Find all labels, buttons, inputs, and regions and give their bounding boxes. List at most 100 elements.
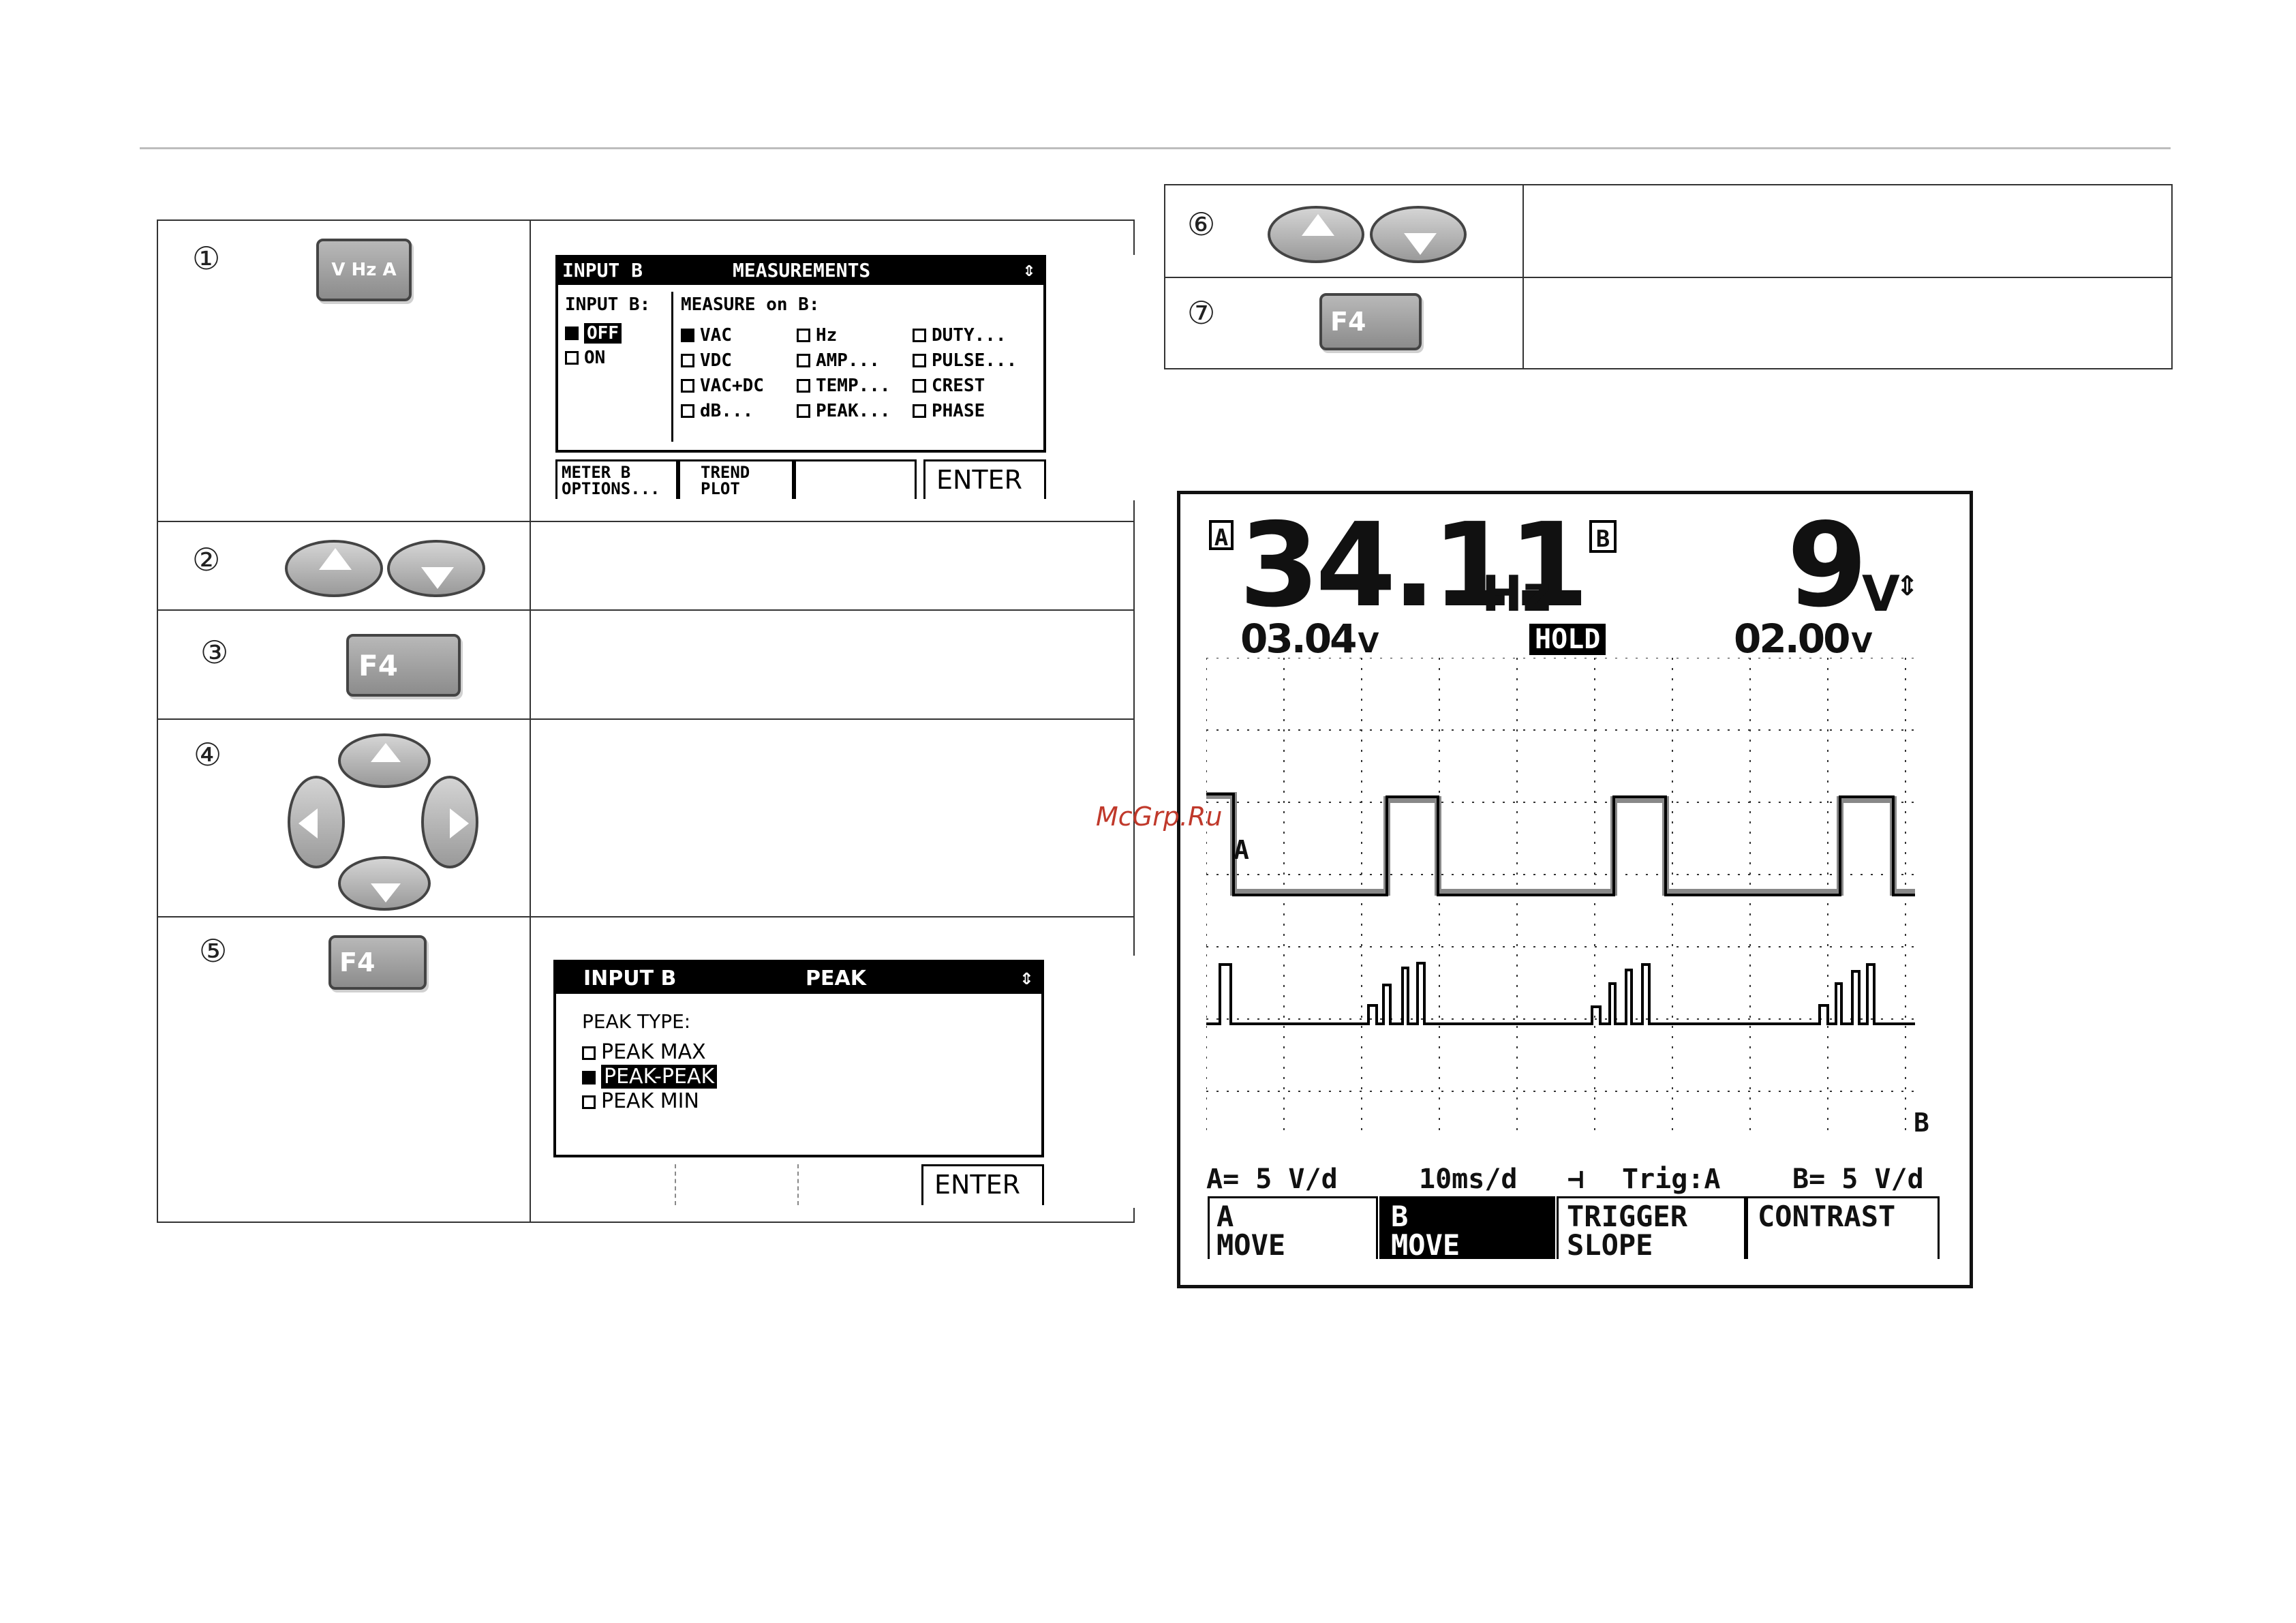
fkey-empty[interactable] [799, 1164, 921, 1205]
status-a-range: A= 5 V/d [1206, 1164, 1338, 1195]
measurements-screen: INPUT B MEASUREMENTS ⇕ INPUT B: OFF ON M… [555, 255, 1203, 500]
key-label: F4 [1330, 307, 1366, 337]
screen-title: MEASUREMENTS [733, 259, 871, 282]
opt-vacdc[interactable]: VAC+DC [681, 374, 797, 399]
hold-indicator: HOLD [1529, 624, 1606, 655]
step-row-4: ④ [158, 718, 1133, 916]
scope-grid-and-traces [1206, 658, 1915, 1135]
up-arrow-icon [1302, 214, 1334, 236]
fkey-trigger-slope[interactable]: TRIGGER SLOPE [1557, 1196, 1746, 1260]
screen-title-left: INPUT B [583, 967, 677, 990]
option-peak-max[interactable]: PEAK MAX [582, 1040, 706, 1064]
opt-db[interactable]: dB... [681, 399, 797, 424]
step-number: ⑥ [1187, 206, 1216, 243]
fkey-a-move[interactable]: A MOVE [1208, 1196, 1378, 1260]
key-label: F4 [339, 947, 376, 977]
main-reading-b: 9 [1787, 498, 1868, 633]
fkey-enter[interactable]: ENTER [921, 1164, 1044, 1205]
status-timebase: 10ms/d [1419, 1164, 1518, 1195]
down-arrow-icon [1404, 233, 1437, 255]
opt-vac[interactable]: VAC [681, 323, 797, 348]
opt-duty[interactable]: DUTY... [913, 325, 1007, 346]
sub-reading-a: 03.04 [1240, 616, 1357, 662]
step-number: ⑤ [199, 932, 228, 969]
option-on[interactable]: ON [565, 348, 605, 368]
peak-icon: ⇕ [1896, 571, 1919, 602]
step-row-3: ③ F4 [158, 609, 1133, 718]
sub-reading-b: 02.00 [1734, 616, 1850, 662]
main-unit-a: Hz [1482, 565, 1552, 622]
key-label: F4 [358, 648, 398, 682]
sub-unit-b: V [1851, 628, 1872, 659]
step-row-1: ① V Hz A INPUT B MEASUREMENTS ⇕ INPUT B:… [158, 221, 1203, 521]
opt-peak[interactable]: PEAK... [797, 399, 913, 424]
down-arrow-icon [371, 883, 401, 902]
opt-vdc[interactable]: VDC [681, 348, 797, 374]
navigation-pad [288, 733, 478, 911]
input-a-tag: A [1209, 520, 1234, 551]
trigger-icon: ⊣ [1567, 1164, 1585, 1195]
watermark: McGrp.Ru [1096, 802, 1223, 832]
option-off[interactable]: OFF [565, 323, 622, 344]
fkey-enter[interactable]: ENTER [923, 459, 1046, 499]
step-number: ④ [194, 736, 222, 773]
screen-title-left: INPUT B [562, 259, 643, 282]
screen-title: PEAK [806, 967, 866, 990]
updown-arrows-icon: ⇕ [1020, 964, 1033, 990]
up-arrow-key[interactable] [1268, 206, 1364, 263]
vhz-a-key[interactable]: V Hz A [316, 239, 412, 301]
nav-down-key[interactable] [338, 856, 431, 911]
opt-temp[interactable]: TEMP... [797, 374, 913, 399]
opt-hz[interactable]: Hz [797, 323, 913, 348]
steps-table-right: ⑥ ⑦ F4 [1164, 184, 2173, 369]
input-b-tag: B [1589, 520, 1617, 553]
step-row-7: ⑦ F4 [1165, 277, 2171, 368]
fkey-b-move[interactable]: B MOVE [1379, 1196, 1555, 1260]
step-row-5: ⑤ F4 INPUT B PEAK ⇕ PEAK TYPE: PEAK MAX … [158, 916, 1201, 1222]
input-b-header: INPUT B: [565, 294, 651, 315]
f4-key[interactable]: F4 [1319, 293, 1422, 350]
opt-crest[interactable]: CREST [913, 376, 985, 396]
down-arrow-key[interactable] [387, 540, 485, 597]
down-arrow-key[interactable] [1370, 206, 1467, 263]
f4-key[interactable]: F4 [328, 935, 427, 990]
up-arrow-icon [319, 548, 352, 570]
fkey-meter-b-options[interactable]: METER B OPTIONS... [555, 459, 678, 499]
nav-left-key[interactable] [288, 776, 345, 868]
option-peak-peak[interactable]: PEAK-PEAK [582, 1065, 718, 1089]
main-unit-b: V [1862, 565, 1900, 622]
fkey-contrast[interactable]: CONTRAST [1746, 1196, 1940, 1259]
peak-type-header: PEAK TYPE: [582, 1010, 691, 1033]
fkey-empty[interactable] [553, 1164, 676, 1205]
nav-right-key[interactable] [421, 776, 478, 868]
opt-amp[interactable]: AMP... [797, 348, 913, 374]
measure-on-b-header: MEASURE on B: [681, 294, 820, 315]
nav-up-key[interactable] [338, 733, 431, 788]
updown-arrows-icon: ⇕ [1022, 258, 1035, 282]
scope-screen: A 34.11 Hz B 9 V ⇕ 03.04V HOLD 02.00V [1177, 491, 1973, 1288]
opt-pulse[interactable]: PULSE... [913, 350, 1017, 371]
right-arrow-icon [450, 808, 469, 838]
down-arrow-icon [421, 567, 454, 589]
up-arrow-key[interactable] [285, 540, 383, 597]
step-number: ⑦ [1187, 294, 1216, 331]
step-number: ② [192, 541, 221, 578]
trace-b-label: B [1914, 1108, 1929, 1138]
step-number: ① [192, 240, 221, 277]
fkey-empty[interactable] [676, 1164, 799, 1205]
top-rule [140, 147, 2171, 149]
status-trigger: Trig:A [1622, 1164, 1721, 1195]
steps-table-left: ① V Hz A INPUT B MEASUREMENTS ⇕ INPUT B:… [157, 219, 1203, 1223]
key-label: V Hz A [331, 260, 397, 280]
sub-unit-a: V [1358, 628, 1379, 659]
option-peak-min[interactable]: PEAK MIN [582, 1089, 699, 1113]
fkey-empty[interactable] [794, 459, 917, 499]
step-row-2: ② [158, 521, 1133, 609]
step-number: ③ [200, 634, 229, 671]
f4-key[interactable]: F4 [346, 634, 461, 697]
step-row-6: ⑥ [1165, 185, 2171, 277]
opt-phase[interactable]: PHASE [913, 401, 985, 421]
peak-screen: INPUT B PEAK ⇕ PEAK TYPE: PEAK MAX PEAK-… [547, 956, 1201, 1208]
fkey-trend-plot[interactable]: TREND PLOT [678, 459, 794, 499]
left-arrow-icon [299, 808, 318, 838]
